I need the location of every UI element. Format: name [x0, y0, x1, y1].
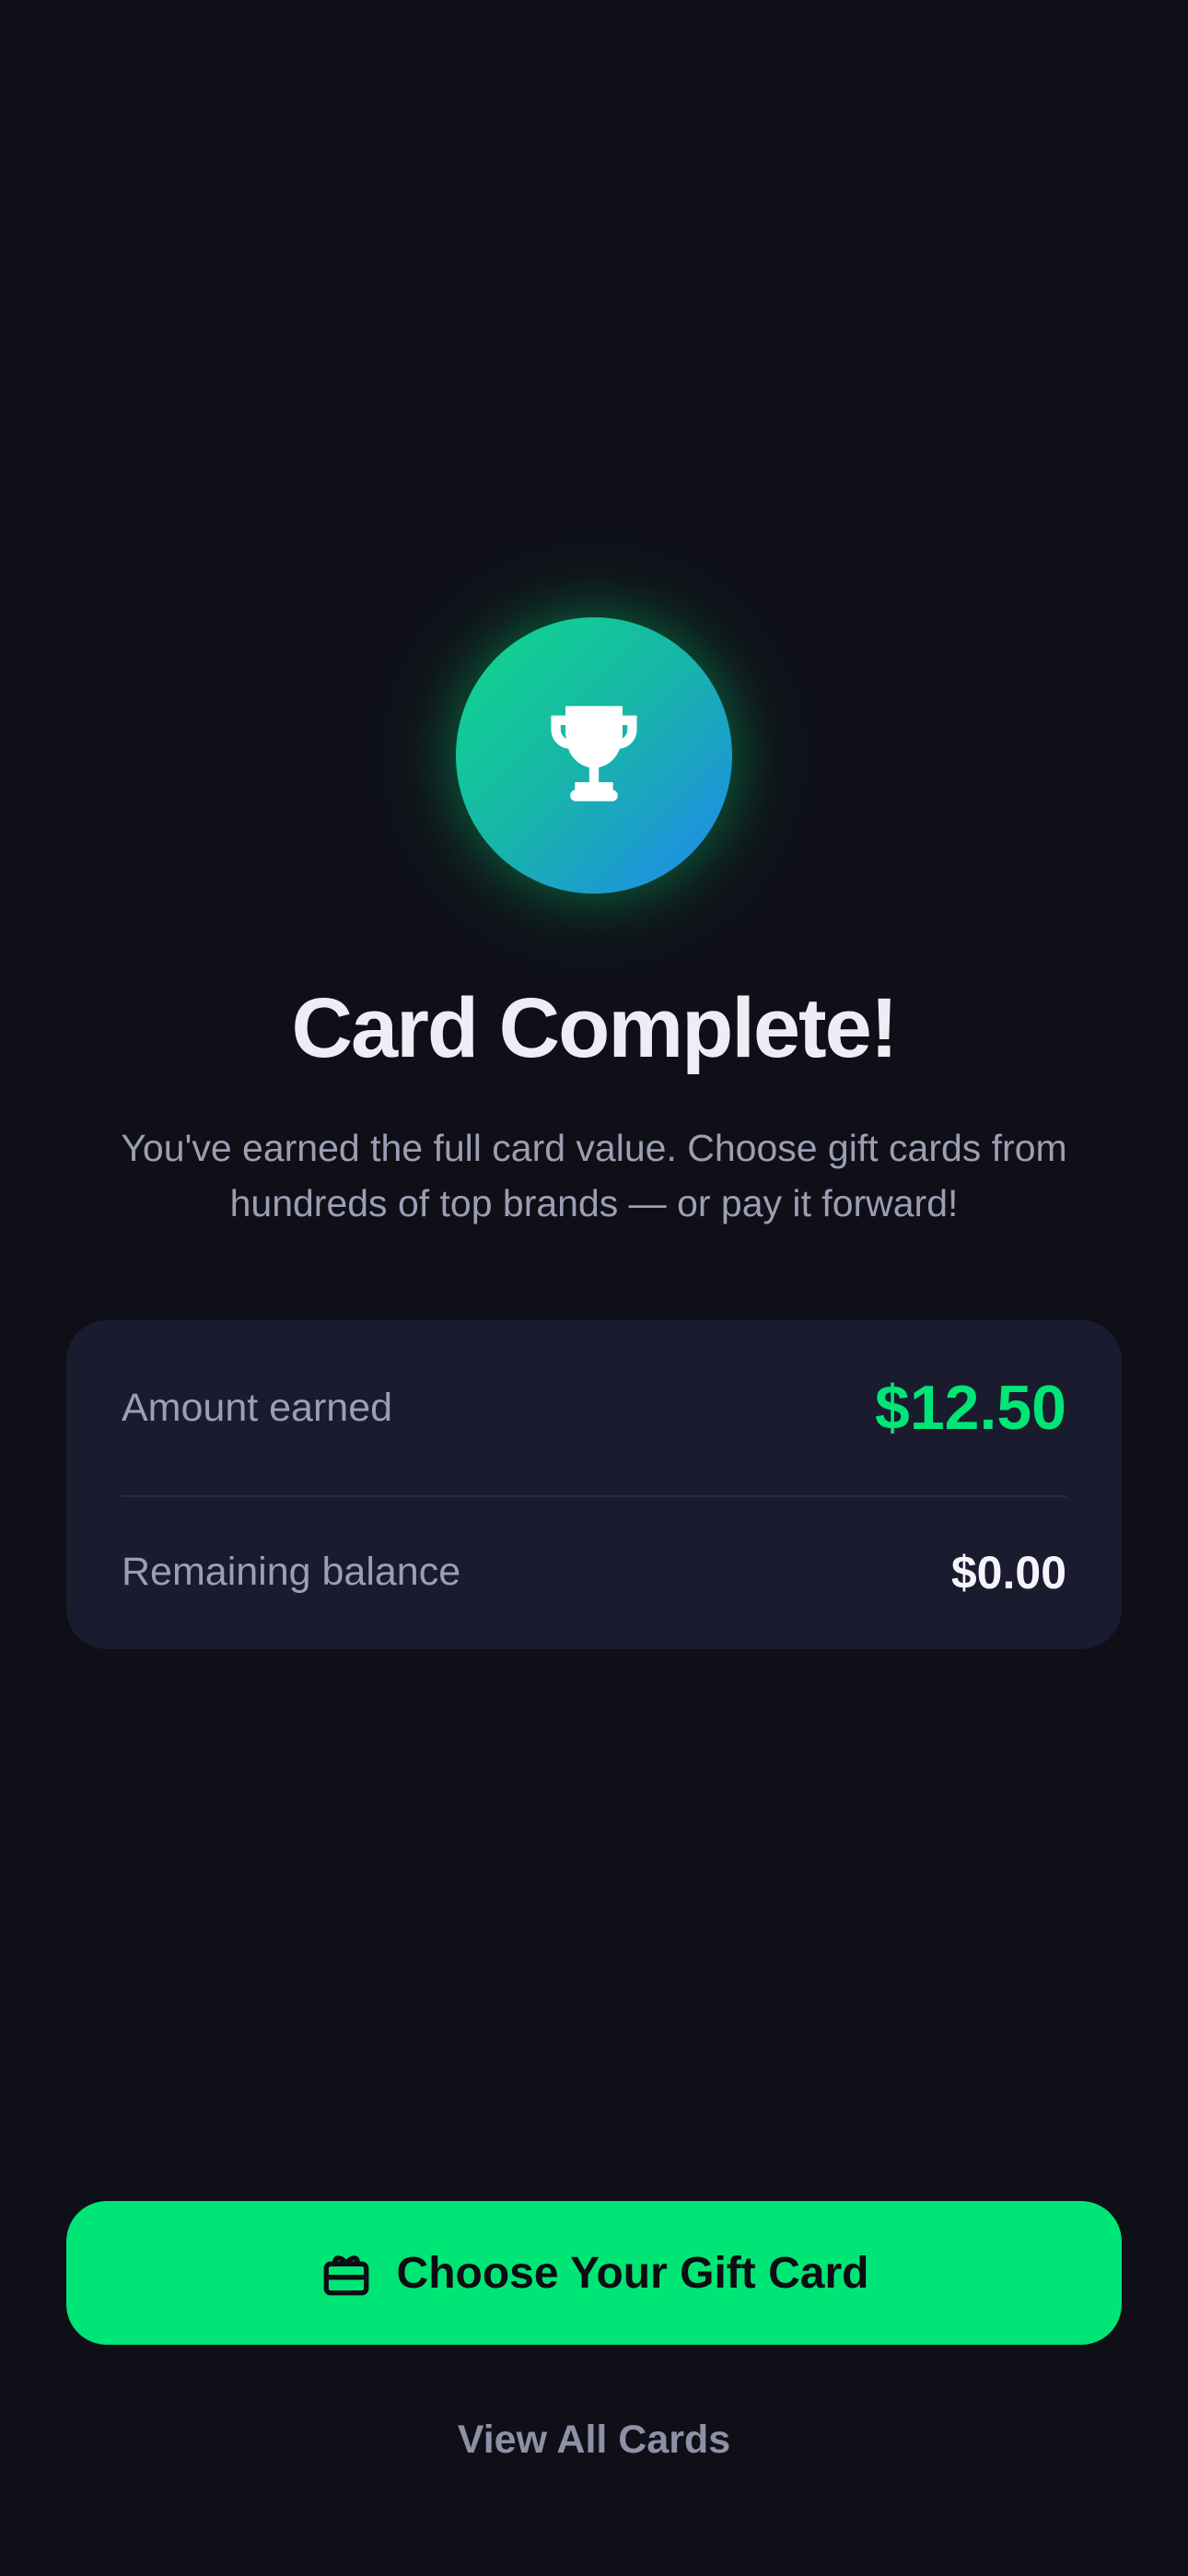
earnings-summary-card: Amount earned $12.50 Remaining balance $… — [66, 1320, 1122, 1649]
amount-earned-value: $12.50 — [875, 1373, 1066, 1443]
amount-earned-label: Amount earned — [122, 1385, 393, 1430]
remaining-balance-value: $0.00 — [950, 1546, 1066, 1598]
page-title: Card Complete! — [291, 981, 899, 1075]
trophy-badge — [456, 617, 732, 894]
view-all-cards-link[interactable]: View All Cards — [0, 2418, 1188, 2463]
choose-gift-card-label: Choose Your Gift Card — [396, 2248, 869, 2298]
trophy-icon — [537, 697, 651, 815]
page-subtitle: You've earned the full card value. Choos… — [121, 1127, 1067, 1224]
remaining-balance-row: Remaining balance $0.00 — [122, 1495, 1066, 1649]
gift-icon — [320, 2246, 373, 2300]
choose-gift-card-button[interactable]: Choose Your Gift Card — [66, 2201, 1122, 2345]
amount-earned-row: Amount earned $12.50 — [122, 1320, 1066, 1495]
remaining-balance-label: Remaining balance — [122, 1550, 461, 1594]
